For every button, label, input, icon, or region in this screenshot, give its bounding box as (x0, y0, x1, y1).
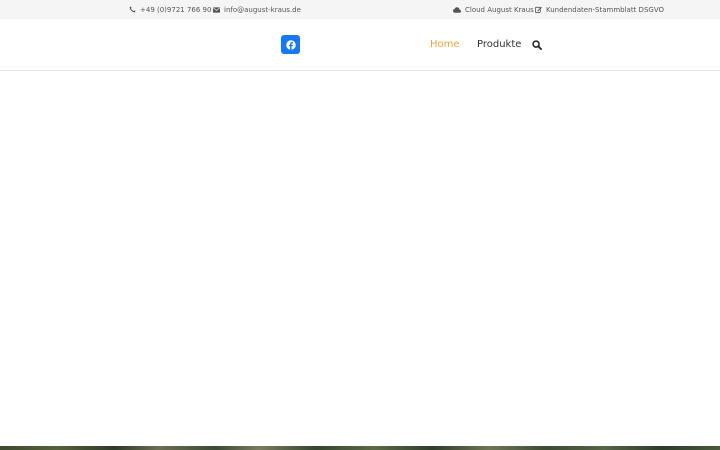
cloud-link-label: Cloud August Kraus (465, 5, 534, 14)
nav-products[interactable]: Produkte (477, 19, 521, 70)
envelope-icon (213, 6, 220, 13)
cloud-link[interactable]: Cloud August Kraus (453, 0, 534, 19)
phone-contact[interactable]: +49 (0)9721 766 90 (129, 0, 211, 19)
edit-icon (535, 6, 542, 13)
top-bar: +49 (0)9721 766 90 info@august-kraus.de … (0, 0, 720, 19)
email-address: info@august-kraus.de (224, 5, 301, 14)
dsgvo-form-label: Kundendaten-Stammblatt DSGVO (546, 5, 664, 14)
email-contact[interactable]: info@august-kraus.de (213, 0, 301, 19)
cloud-icon (453, 6, 461, 13)
facebook-button[interactable] (281, 35, 300, 54)
phone-icon (129, 6, 136, 13)
site-header: Home Produkte (0, 19, 720, 71)
search-button[interactable] (531, 39, 542, 50)
nav-home[interactable]: Home (430, 19, 460, 70)
hero-photo-strip (0, 446, 720, 450)
dsgvo-form-link[interactable]: Kundendaten-Stammblatt DSGVO (535, 0, 664, 19)
phone-number: +49 (0)9721 766 90 (140, 5, 212, 14)
hero-area (0, 71, 720, 446)
facebook-icon (285, 35, 296, 54)
search-icon (531, 35, 542, 54)
